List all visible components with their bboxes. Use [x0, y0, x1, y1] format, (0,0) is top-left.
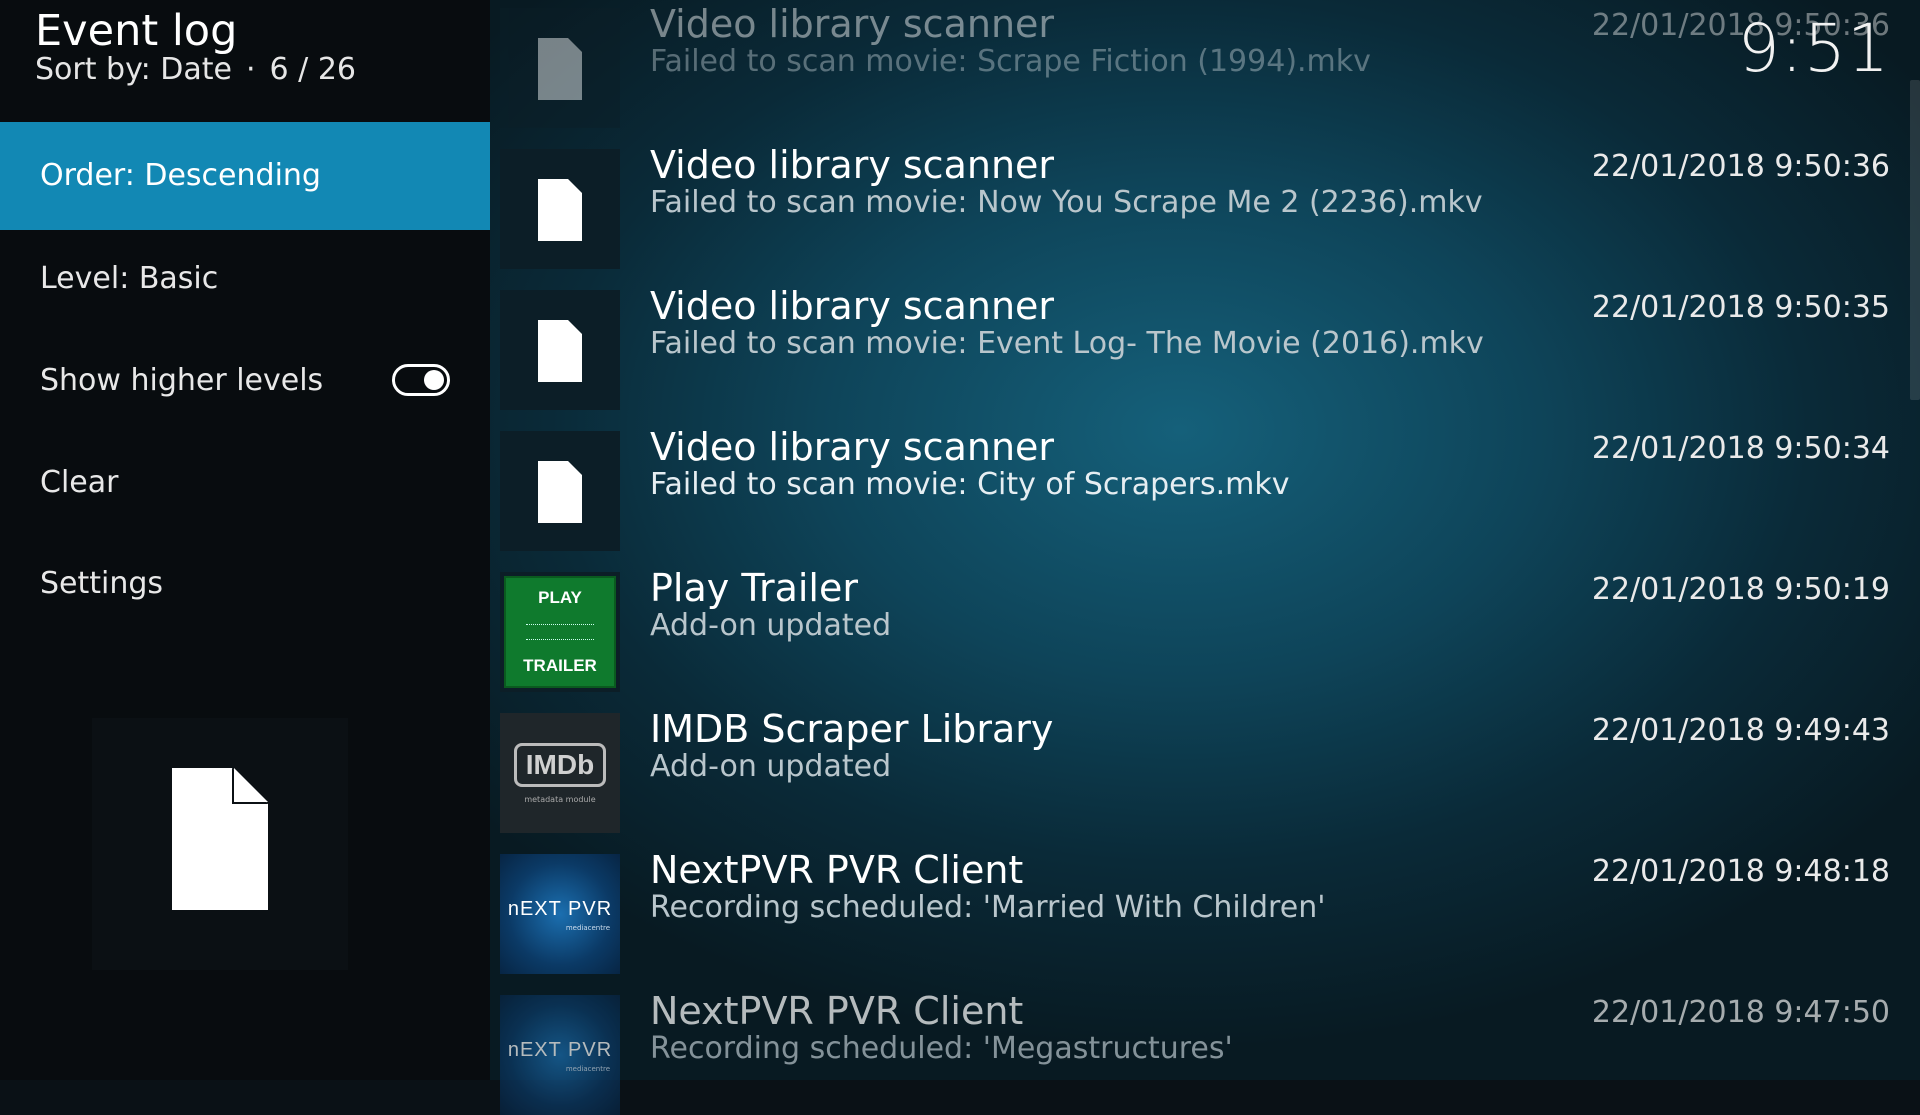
event-time: 22/01/2018 9:48:18	[1591, 854, 1890, 889]
event-row[interactable]: Video library scanner Failed to scan mov…	[500, 141, 1900, 269]
sidebar-item-order[interactable]: Order: Descending	[0, 122, 490, 230]
event-description: Failed to scan movie: Event Log- The Mov…	[650, 326, 1484, 361]
event-thumbnail	[500, 290, 620, 410]
event-row[interactable]: nEXT PVR mediacentre NextPVR PVR Client …	[500, 987, 1900, 1115]
nextpvr-logo: nEXT PVR mediacentre	[500, 854, 620, 974]
event-time: 22/01/2018 9:50:35	[1591, 290, 1890, 325]
event-thumbnail: nEXT PVR mediacentre	[500, 854, 620, 974]
event-row[interactable]: Video library scanner Failed to scan mov…	[500, 0, 1900, 128]
sidebar-item-label: Level: Basic	[40, 261, 219, 296]
event-description: Recording scheduled: 'Married With Child…	[650, 890, 1326, 925]
sidebar-item-show-higher-levels[interactable]: Show higher levels	[0, 327, 490, 435]
file-icon	[538, 461, 582, 523]
event-thumbnail	[500, 431, 620, 551]
nextpvr-subtitle: mediacentre	[565, 924, 610, 932]
nextpvr-text: nEXT PVR	[507, 1039, 613, 1061]
event-row[interactable]: nEXT PVR mediacentre NextPVR PVR Client …	[500, 846, 1900, 974]
sidebar-item-level[interactable]: Level: Basic	[0, 225, 490, 333]
event-time: 22/01/2018 9:47:50	[1591, 995, 1890, 1030]
event-description: Add-on updated	[650, 608, 892, 643]
event-title: Video library scanner	[650, 143, 1055, 187]
event-title: Video library scanner	[650, 284, 1055, 328]
scrollbar[interactable]	[1910, 80, 1920, 400]
clock: 9:51	[1737, 10, 1890, 87]
event-row[interactable]: Video library scanner Failed to scan mov…	[500, 423, 1900, 551]
event-time: 22/01/2018 9:49:43	[1591, 713, 1890, 748]
file-icon	[538, 320, 582, 382]
event-thumbnail	[500, 8, 620, 128]
separator-dot: ·	[246, 52, 256, 87]
event-title: NextPVR PVR Client	[650, 848, 1024, 892]
event-thumbnail: IMDb metadata module	[500, 713, 620, 833]
event-title: Play Trailer	[650, 566, 858, 610]
play-trailer-logo: PLAY TRAILER	[504, 576, 616, 688]
event-row[interactable]: IMDb metadata module IMDB Scraper Librar…	[500, 705, 1900, 833]
file-icon	[538, 179, 582, 241]
sidebar-item-label: Settings	[40, 566, 164, 601]
sidebar-item-label: Show higher levels	[40, 363, 324, 398]
show-higher-levels-toggle[interactable]	[392, 364, 450, 396]
event-description: Recording scheduled: 'Megastructures'	[650, 1031, 1233, 1066]
event-description: Failed to scan movie: Scrape Fiction (19…	[650, 44, 1371, 79]
event-description: Add-on updated	[650, 749, 892, 784]
item-position: 6 / 26	[269, 52, 356, 87]
imdb-badge: IMDb	[514, 743, 606, 787]
toggle-knob	[424, 370, 444, 390]
logo-text-top: PLAY	[538, 588, 582, 607]
event-thumbnail	[500, 149, 620, 269]
sidebar-item-clear[interactable]: Clear	[0, 429, 490, 537]
event-thumbnail: nEXT PVR mediacentre	[500, 995, 620, 1115]
file-icon	[172, 768, 268, 910]
logo-text-bottom: TRAILER	[523, 656, 597, 675]
sort-info: Sort by: Date · 6 / 26	[35, 52, 356, 87]
sidebar-item-settings[interactable]: Settings	[0, 530, 490, 638]
event-description: Failed to scan movie: City of Scrapers.m…	[650, 467, 1290, 502]
event-title: IMDB Scraper Library	[650, 707, 1054, 751]
event-time: 22/01/2018 9:50:19	[1591, 572, 1890, 607]
nextpvr-logo: nEXT PVR mediacentre	[500, 995, 620, 1115]
logo-divider	[526, 624, 594, 640]
event-time: 22/01/2018 9:50:34	[1591, 431, 1890, 466]
event-title: Video library scanner	[650, 2, 1055, 46]
preview-panel	[92, 718, 348, 970]
event-title: Video library scanner	[650, 425, 1055, 469]
file-icon	[538, 38, 582, 100]
nextpvr-subtitle: mediacentre	[565, 1065, 610, 1073]
event-row[interactable]: PLAY TRAILER Play Trailer Add-on updated…	[500, 564, 1900, 692]
sidebar-item-label: Order: Descending	[40, 158, 321, 193]
event-thumbnail: PLAY TRAILER	[500, 572, 620, 692]
page-title: Event log	[35, 6, 238, 56]
event-title: NextPVR PVR Client	[650, 989, 1024, 1033]
event-row[interactable]: Video library scanner Failed to scan mov…	[500, 282, 1900, 410]
sort-label: Sort by: Date	[35, 52, 232, 87]
event-time: 22/01/2018 9:50:36	[1591, 149, 1890, 184]
imdb-logo: IMDb metadata module	[500, 713, 620, 833]
nextpvr-text: nEXT PVR	[507, 898, 613, 920]
imdb-subtitle: metadata module	[524, 795, 596, 804]
sidebar-item-label: Clear	[40, 465, 119, 500]
sidebar: Event log Sort by: Date · 6 / 26 Order: De…	[0, 0, 490, 1080]
event-description: Failed to scan movie: Now You Scrape Me …	[650, 185, 1483, 220]
